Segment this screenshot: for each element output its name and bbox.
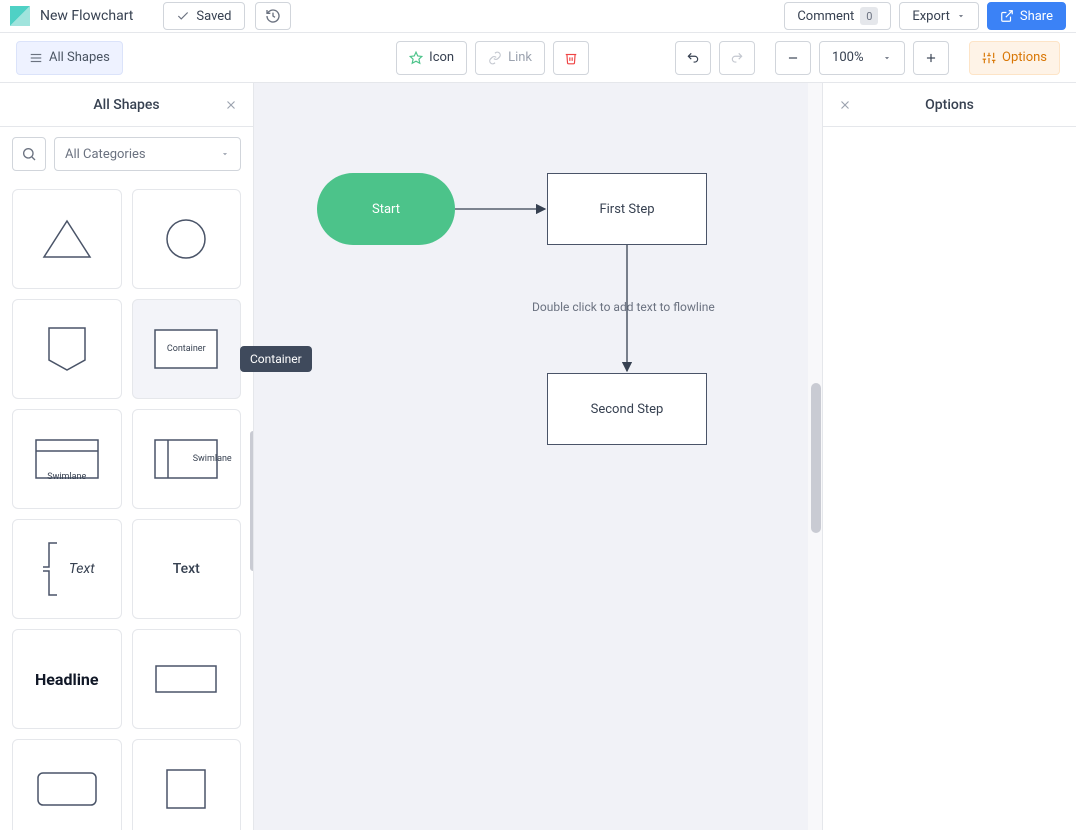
close-icon xyxy=(838,98,852,112)
icon-label: Icon xyxy=(429,50,454,65)
sidebar-filters: All Categories xyxy=(0,127,253,181)
export-button[interactable]: Export xyxy=(899,2,979,30)
canvas-scrollbar-track[interactable] xyxy=(808,83,822,830)
shapes-sidebar: All Shapes All Categories xyxy=(0,83,254,830)
shape-triangle[interactable] xyxy=(12,189,122,289)
history-button[interactable] xyxy=(255,2,291,30)
flow-hint-text[interactable]: Double click to add text to flowline xyxy=(532,300,715,314)
saved-status-button[interactable]: Saved xyxy=(163,2,244,30)
menu-icon xyxy=(29,51,43,65)
headline-label: Headline xyxy=(35,670,99,689)
share-icon xyxy=(1000,9,1014,23)
star-icon xyxy=(409,51,423,65)
category-select[interactable]: All Categories xyxy=(54,137,241,171)
offpage-icon xyxy=(47,326,87,372)
link-label: Link xyxy=(508,50,532,65)
node-second-step-label: Second Step xyxy=(591,402,664,417)
chevron-down-icon xyxy=(882,53,892,63)
history-icon xyxy=(265,8,281,24)
export-label: Export xyxy=(912,9,950,24)
link-button[interactable]: Link xyxy=(475,41,545,75)
share-label: Share xyxy=(1020,9,1053,24)
shape-tooltip: Container xyxy=(240,346,312,372)
shape-swimlane-horizontal[interactable]: Swimlane xyxy=(12,409,122,509)
plus-icon xyxy=(924,51,938,65)
redo-icon xyxy=(730,51,744,65)
undo-button[interactable] xyxy=(675,41,711,75)
rounded-rect-icon xyxy=(37,772,97,806)
shape-container[interactable]: Container xyxy=(132,299,242,399)
node-start[interactable]: Start xyxy=(317,173,455,245)
search-button[interactable] xyxy=(12,137,46,171)
text-bracket-label: Text xyxy=(69,561,95,577)
document-title[interactable]: New Flowchart xyxy=(40,8,133,24)
zoom-in-button[interactable] xyxy=(913,41,949,75)
close-icon xyxy=(224,98,238,112)
delete-button[interactable] xyxy=(553,41,589,75)
circle-icon xyxy=(165,218,207,260)
zoom-out-button[interactable] xyxy=(775,41,811,75)
swimlane-h-label: Swimlane xyxy=(47,472,86,482)
options-panel: Options xyxy=(822,83,1076,830)
options-header: Options xyxy=(823,83,1076,127)
share-button[interactable]: Share xyxy=(987,2,1066,30)
square-icon xyxy=(166,769,206,809)
shape-rounded-rect[interactable] xyxy=(12,739,122,830)
options-button[interactable]: Options xyxy=(969,41,1060,75)
canvas[interactable]: Start First Step Second Step Double clic… xyxy=(254,83,822,830)
search-icon xyxy=(21,146,37,162)
chevron-down-icon xyxy=(956,11,966,21)
text-label: Text xyxy=(173,561,200,577)
container-label: Container xyxy=(167,344,206,354)
triangle-icon xyxy=(42,219,92,259)
sidebar-close-button[interactable] xyxy=(221,95,241,115)
node-start-label: Start xyxy=(372,202,400,217)
sliders-icon xyxy=(982,51,996,65)
all-shapes-label: All Shapes xyxy=(49,50,110,65)
node-first-step-label: First Step xyxy=(599,202,654,217)
shape-circle[interactable] xyxy=(132,189,242,289)
app-logo xyxy=(10,6,30,26)
chevron-down-icon xyxy=(220,149,230,159)
undo-icon xyxy=(686,51,700,65)
shape-rectangle-wide[interactable] xyxy=(132,629,242,729)
canvas-scrollbar-thumb[interactable] xyxy=(811,383,821,533)
comment-label: Comment xyxy=(797,9,854,24)
toolbar: All Shapes Icon Link 100% Options xyxy=(0,33,1076,83)
swimlane-v-label: Swimlane xyxy=(193,454,232,464)
shape-offpage[interactable] xyxy=(12,299,122,399)
options-close-button[interactable] xyxy=(835,95,855,115)
saved-label: Saved xyxy=(196,9,231,24)
shape-swimlane-vertical[interactable]: Swimlane xyxy=(132,409,242,509)
zoom-select[interactable]: 100% xyxy=(819,41,905,75)
trash-icon xyxy=(564,51,578,65)
rect-wide-icon xyxy=(155,665,217,693)
sidebar-header: All Shapes xyxy=(0,83,253,127)
shape-text[interactable]: Text xyxy=(132,519,242,619)
comment-count-badge: 0 xyxy=(860,7,878,25)
node-first-step[interactable]: First Step xyxy=(547,173,707,245)
all-shapes-toggle[interactable]: All Shapes xyxy=(16,41,123,75)
shape-headline[interactable]: Headline xyxy=(12,629,122,729)
options-title: Options xyxy=(839,97,1060,113)
zoom-label: 100% xyxy=(832,50,863,65)
comment-button[interactable]: Comment 0 xyxy=(784,2,891,30)
shape-text-bracket[interactable]: Text xyxy=(12,519,122,619)
link-icon xyxy=(488,51,502,65)
minus-icon xyxy=(786,51,800,65)
check-icon xyxy=(176,9,190,23)
sidebar-scrollbar-thumb[interactable] xyxy=(250,431,253,571)
bracket-icon xyxy=(39,541,65,597)
node-second-step[interactable]: Second Step xyxy=(547,373,707,445)
sidebar-title: All Shapes xyxy=(16,97,237,113)
main: All Shapes All Categories xyxy=(0,83,1076,830)
shape-grid: Container Swimlane Swimlane Text Text He… xyxy=(0,181,253,830)
options-label: Options xyxy=(1002,50,1047,65)
category-label: All Categories xyxy=(65,147,146,162)
shape-square[interactable] xyxy=(132,739,242,830)
topbar: New Flowchart Saved Comment 0 Export Sha… xyxy=(0,0,1076,33)
icon-button[interactable]: Icon xyxy=(396,41,467,75)
redo-button[interactable] xyxy=(719,41,755,75)
tooltip-label: Container xyxy=(250,352,302,366)
